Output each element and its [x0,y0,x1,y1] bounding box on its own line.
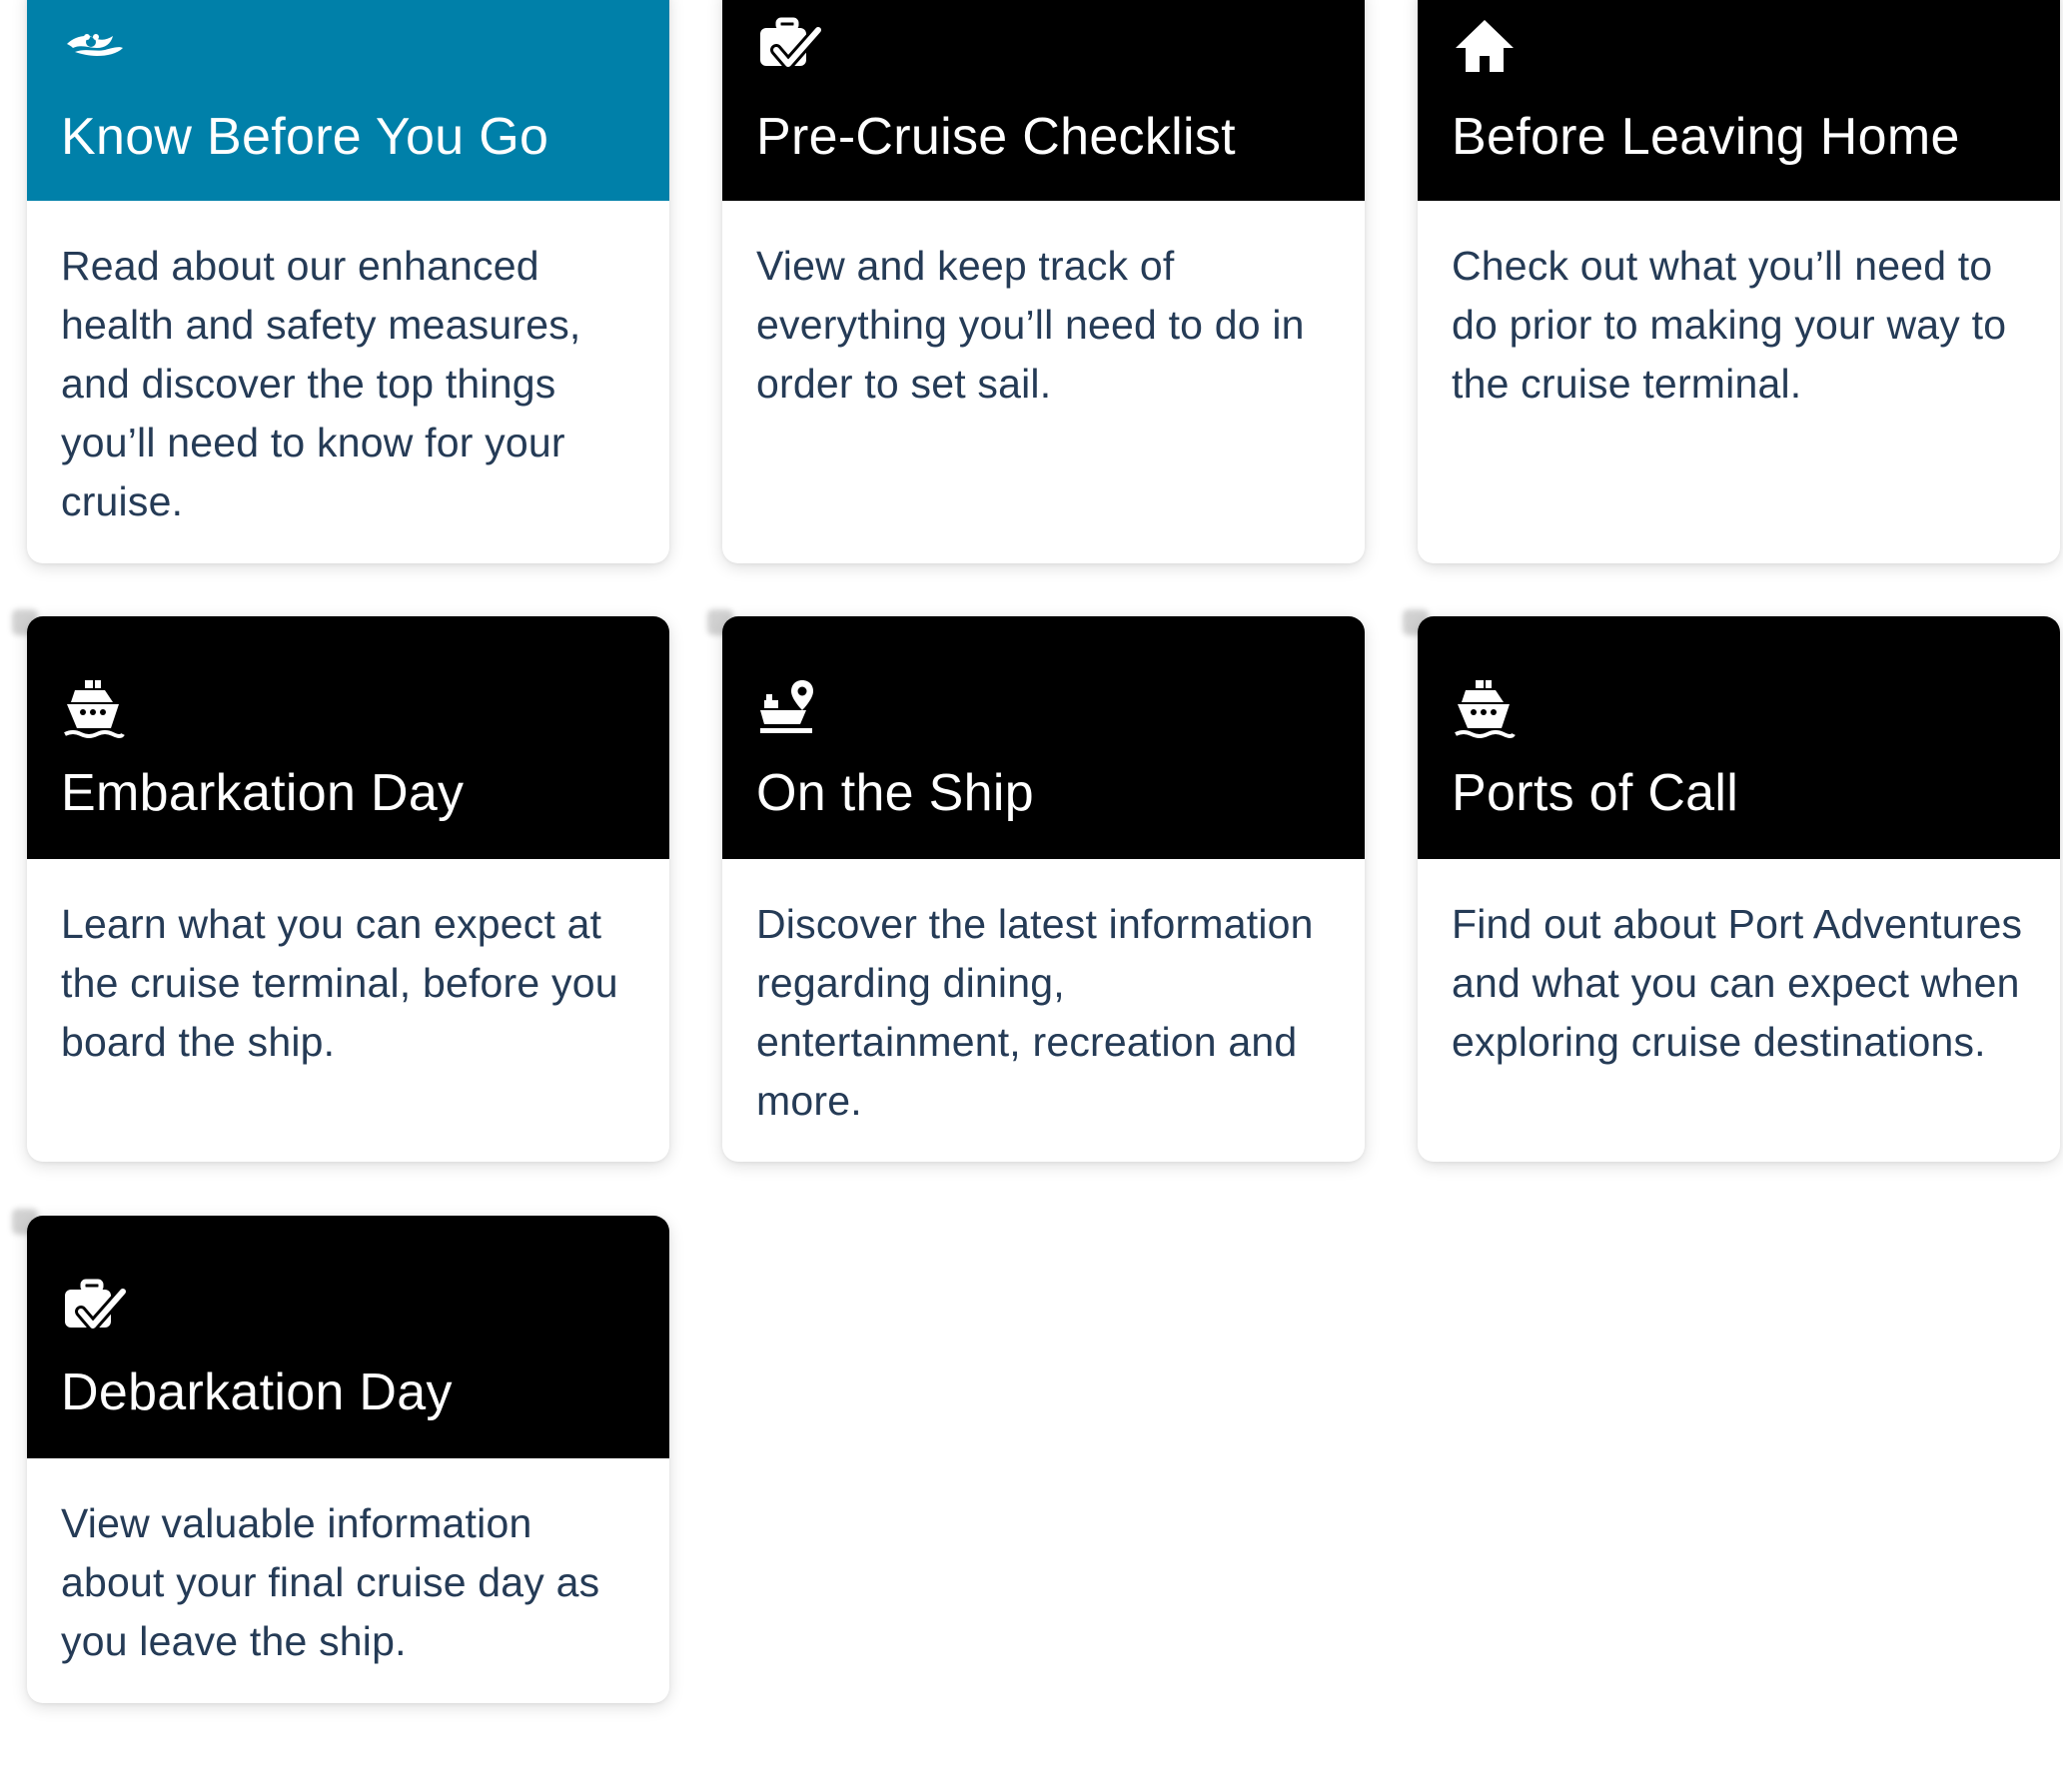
card-description: Read about our enhanced health and safet… [61,243,581,524]
card-on-the-ship[interactable]: On the Ship Discover the latest informat… [722,616,1365,1162]
luggage-check-icon [756,14,822,80]
card-title: Debarkation Day [61,1363,453,1421]
card-description: View valuable information about your fin… [61,1500,600,1664]
card-header: Before Leaving Home [1418,0,2060,201]
card-before-leaving-home[interactable]: Before Leaving Home Check out what you’l… [1418,0,2060,563]
home-icon [1452,14,1518,80]
luggage-check-icon [61,1276,127,1342]
card-header: Embarkation Day [27,616,669,859]
card-debarkation-day[interactable]: Debarkation Day View valuable informatio… [27,1216,669,1703]
card-ports-of-call[interactable]: Ports of Call Find out about Port Advent… [1418,616,2060,1162]
card-description: Find out about Port Adventures and what … [1452,901,2023,1065]
card-header: Ports of Call [1418,616,2060,859]
card-title: Know Before You Go [61,108,549,166]
cruise-ship-icon [1452,676,1518,742]
card-embarkation-day[interactable]: Embarkation Day Learn what you can expec… [27,616,669,1162]
card-title: Before Leaving Home [1452,108,1960,166]
card-header: Pre-Cruise Checklist [722,0,1365,201]
cruise-ship-icon [61,676,127,742]
ship-location-pin-icon [756,676,822,742]
card-title: Pre-Cruise Checklist [756,108,1236,166]
card-description: View and keep track of everything you’ll… [756,243,1305,407]
card-header: On the Ship [722,616,1365,859]
card-title: On the Ship [756,764,1034,822]
card-pre-cruise-checklist[interactable]: Pre-Cruise Checklist View and keep track… [722,0,1365,563]
card-know-before-you-go[interactable]: Know Before You Go Read about our enhanc… [27,0,669,563]
card-header: Know Before You Go [27,0,669,201]
disney-cruise-line-logo-icon [61,14,127,80]
card-title: Ports of Call [1452,764,1739,822]
card-header: Debarkation Day [27,1216,669,1458]
card-description: Learn what you can expect at the cruise … [61,901,618,1065]
card-description: Discover the latest information regardin… [756,901,1314,1124]
card-title: Embarkation Day [61,764,465,822]
card-description: Check out what you’ll need to do prior t… [1452,243,2007,407]
